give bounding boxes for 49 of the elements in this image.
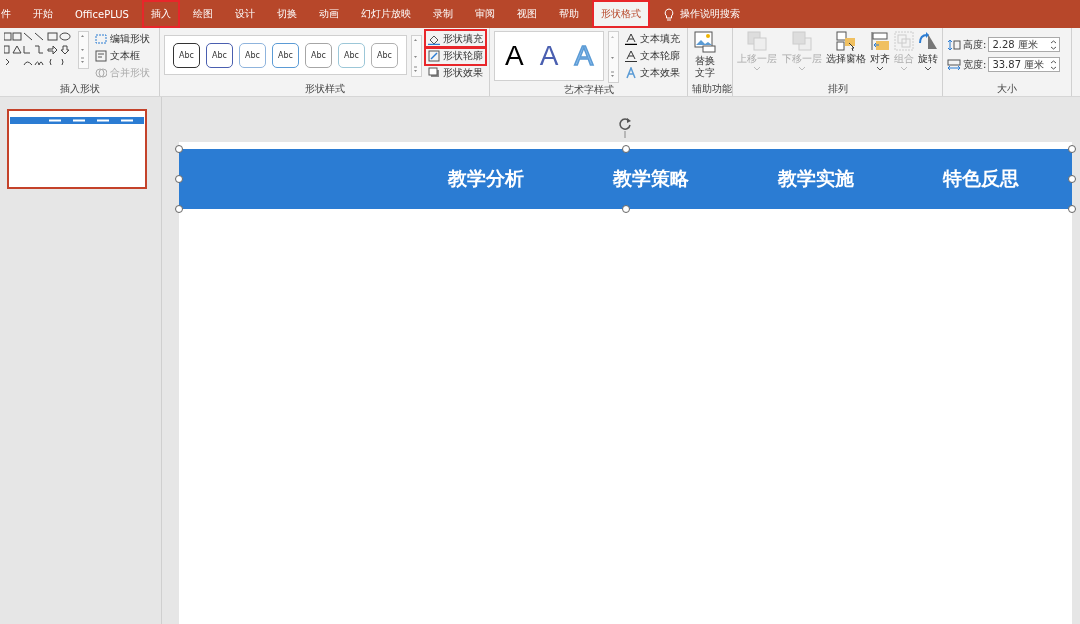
style-preset[interactable]: Abc bbox=[338, 42, 365, 68]
ribbon-tab[interactable]: 开始 bbox=[24, 0, 62, 28]
ribbon-tab[interactable]: 件 bbox=[0, 0, 20, 28]
ribbon-command[interactable]: 文本框 bbox=[93, 48, 155, 64]
style-preset[interactable]: Abc bbox=[239, 42, 266, 68]
ribbon-command[interactable]: 形状填充 bbox=[426, 31, 485, 47]
wordart-preset[interactable]: A bbox=[505, 40, 524, 72]
nav-heading: 特色反思 bbox=[941, 166, 1020, 191]
style-preset[interactable]: Abc bbox=[305, 42, 332, 68]
ribbon-tab[interactable]: 绘图 bbox=[183, 0, 222, 28]
wordart-preset[interactable]: A bbox=[539, 40, 559, 72]
ribbon-tab[interactable]: 切换 bbox=[267, 0, 306, 28]
ribbon-tab[interactable]: 动画 bbox=[309, 0, 348, 28]
field-label: 高度: bbox=[963, 37, 987, 52]
style-preset[interactable]: Abc bbox=[206, 42, 233, 68]
ribbon-tab[interactable]: 录制 bbox=[423, 0, 462, 28]
group-label: 插入形状 bbox=[58, 82, 101, 96]
group-label: 艺术字样式 bbox=[562, 83, 615, 97]
ribbon-tab[interactable]: OfficePLUS bbox=[66, 0, 138, 28]
ribbon-command[interactable]: 文本轮廓 bbox=[623, 48, 683, 64]
ribbon-tab[interactable]: 视图 bbox=[507, 0, 546, 28]
size-input[interactable]: 2.28 厘米 bbox=[988, 37, 1061, 52]
ribbon-command[interactable]: 文本效果 bbox=[623, 65, 683, 81]
ribbon-command[interactable]: 对齐 bbox=[869, 31, 890, 71]
alt-text-button[interactable]: 替换文字 bbox=[692, 31, 719, 79]
nav-heading: 教学实施 bbox=[776, 166, 855, 191]
ribbon-tab[interactable]: 审阅 bbox=[465, 0, 504, 28]
size-input[interactable]: 33.87 厘米 bbox=[988, 57, 1061, 72]
ribbon-tab[interactable]: 插入 bbox=[141, 0, 180, 28]
style-preset[interactable]: Abc bbox=[173, 42, 200, 68]
ribbon-command[interactable]: 旋转 bbox=[917, 31, 938, 71]
ribbon-tab[interactable]: 形状格式 bbox=[591, 0, 650, 28]
tell-me-search[interactable]: 操作说明搜索 bbox=[679, 7, 740, 21]
ribbon-command[interactable]: 形状效果 bbox=[426, 65, 485, 81]
group-label: 形状样式 bbox=[303, 82, 346, 96]
ribbon-tab[interactable]: 帮助 bbox=[549, 0, 588, 28]
field-label: 宽度: bbox=[963, 57, 987, 72]
ribbon-tab[interactable]: 设计 bbox=[225, 0, 264, 28]
nav-heading: 教学策略 bbox=[611, 166, 690, 191]
group-label: 排列 bbox=[826, 82, 849, 96]
ribbon-command[interactable]: 形状轮廓 bbox=[426, 48, 485, 64]
style-preset[interactable]: Abc bbox=[272, 42, 299, 68]
nav-heading: 教学分析 bbox=[446, 166, 525, 191]
ribbon-tab[interactable]: 幻灯片放映 bbox=[351, 0, 420, 28]
ribbon-command[interactable]: 文本填充 bbox=[623, 31, 683, 47]
style-preset[interactable]: Abc bbox=[371, 42, 398, 68]
ribbon-command[interactable]: 编辑形状 bbox=[93, 31, 155, 47]
group-label: 大小 bbox=[996, 82, 1018, 96]
ribbon-command[interactable]: 选择窗格 bbox=[825, 31, 866, 65]
